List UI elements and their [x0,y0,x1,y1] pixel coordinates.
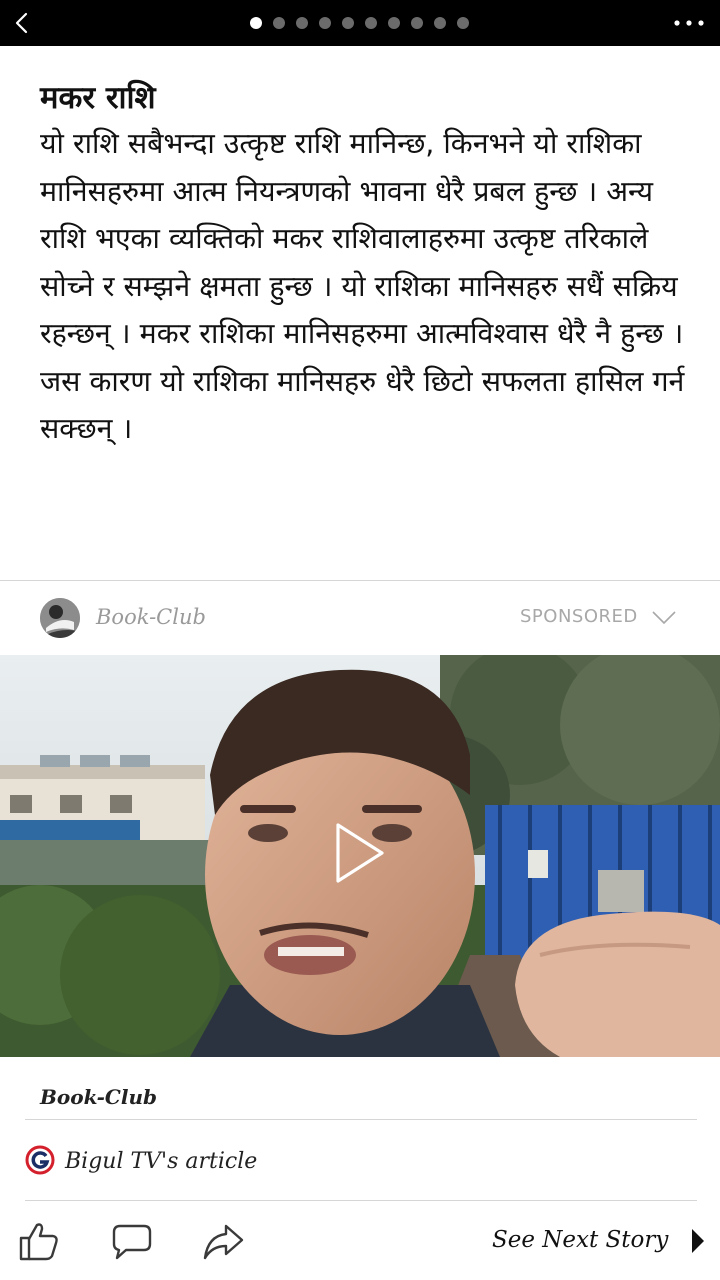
next-arrow-icon[interactable] [690,1227,706,1255]
pager-dot [319,17,331,29]
article: मकर राशि यो राशि सबैभन्दा उत्कृष्ट राशि … [40,76,690,453]
book-club-logo-icon [40,598,80,638]
source-label: Bigul TV's article [65,1149,258,1174]
like-icon[interactable] [16,1218,62,1264]
bigul-logo-icon [25,1145,55,1175]
divider [25,1119,697,1120]
pager-dot [388,17,400,29]
pager-dot [342,17,354,29]
pager-dot [365,17,377,29]
pager-dot [411,17,423,29]
pager-dot [296,17,308,29]
ad-caption[interactable]: Book-Club [40,1085,157,1109]
pager-dot [434,17,446,29]
more-icon[interactable] [672,13,706,33]
article-title: मकर राशि [40,80,156,116]
action-bar: See Next Story [0,1210,720,1274]
advertiser-name[interactable]: Book-Club [96,605,206,629]
share-icon[interactable] [200,1218,246,1264]
article-body: यो राशि सबैभन्दा उत्कृष्ट राशि मानिन्छ, … [40,127,685,445]
back-icon[interactable] [8,6,38,40]
divider [25,1200,697,1201]
avatar[interactable] [40,598,80,638]
comment-icon[interactable] [108,1218,154,1264]
pager-dot [250,17,262,29]
sponsored-label: SPONSORED [520,606,638,627]
story-pager [250,17,469,29]
divider [0,580,720,581]
pager-dot [273,17,285,29]
ad-header: Book-Club SPONSORED [0,595,720,641]
see-next-story-button[interactable]: See Next Story [492,1227,668,1253]
chevron-down-icon[interactable] [650,607,678,627]
play-icon[interactable] [334,822,386,884]
top-bar [0,0,720,46]
pager-dot [457,17,469,29]
